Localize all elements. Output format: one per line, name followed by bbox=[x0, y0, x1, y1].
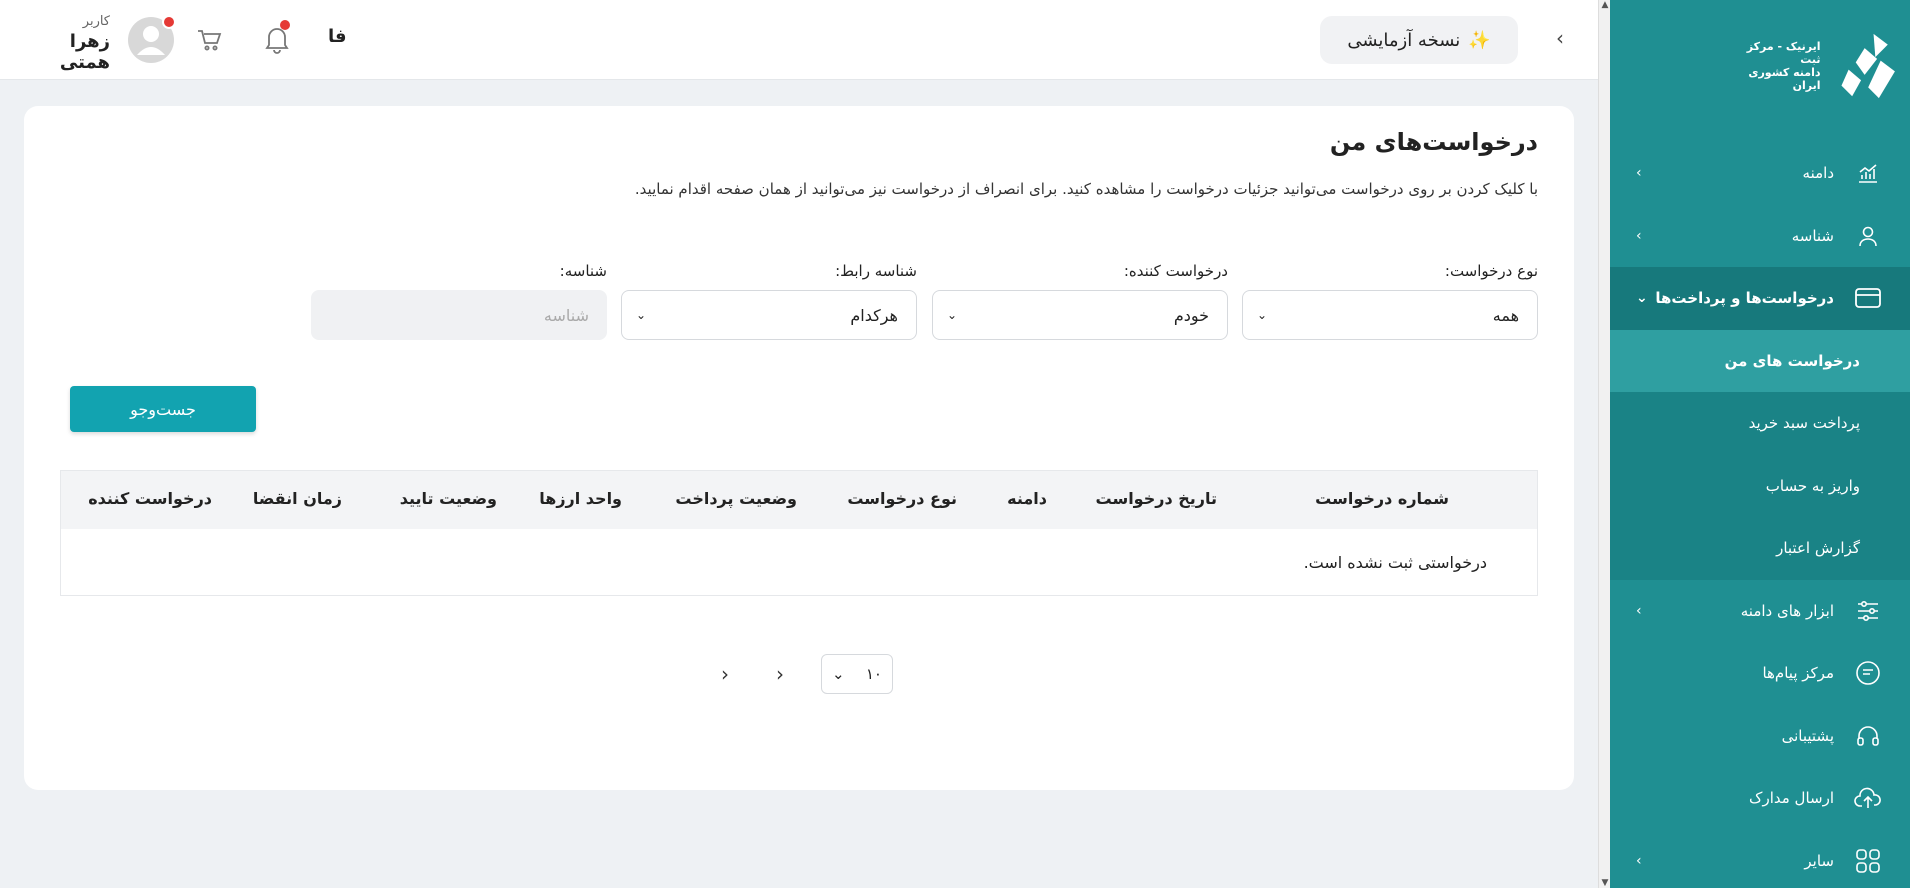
sliders-icon bbox=[1854, 597, 1882, 625]
chevron-down-icon: ⌄ bbox=[1257, 308, 1268, 322]
notification-bell-icon[interactable] bbox=[264, 20, 290, 54]
sidebar-item-label: ارسال مدارک bbox=[1749, 789, 1834, 808]
column-header[interactable]: زمان انقضا bbox=[253, 489, 342, 508]
avatar-status-dot bbox=[162, 15, 176, 29]
trial-badge[interactable]: ✨ نسخه آزمایشی bbox=[1320, 16, 1518, 64]
sidebar-nav: دامنه › شناسه › درخواست‌ها و پرداخت‌ها ⌄… bbox=[1610, 142, 1910, 888]
user-icon bbox=[1854, 222, 1882, 250]
logo-line-2: دامنه کشوری ایران bbox=[1748, 66, 1821, 92]
chevron-down-icon: ⌄ bbox=[947, 308, 958, 322]
sidebar-item-other[interactable]: سایر › bbox=[1610, 830, 1910, 888]
select-value: همه bbox=[1492, 305, 1519, 325]
column-header[interactable]: وضعیت پرداخت bbox=[675, 489, 797, 508]
pagination: ⌄ ۱۰ › › bbox=[24, 654, 1574, 694]
filter-contact-id: شناسه رابط: هرکدام ⌄ bbox=[621, 262, 917, 340]
logo-line-1: ایرنیک - مرکز ثبت bbox=[1746, 40, 1821, 66]
sidebar-item-label: ابزار های دامنه bbox=[1740, 601, 1834, 620]
sidebar-item-identity[interactable]: شناسه › bbox=[1610, 205, 1910, 268]
scroll-down-arrow-icon[interactable]: ▼ bbox=[1600, 878, 1610, 888]
filter-label: نوع درخواست: bbox=[1444, 262, 1538, 280]
chevron-left-icon: › bbox=[1636, 165, 1642, 182]
chevron-left-icon: › bbox=[1636, 602, 1642, 619]
avatar[interactable] bbox=[128, 15, 176, 63]
requests-card: درخواست‌های من با کلیک کردن بر روی درخوا… bbox=[24, 106, 1574, 790]
column-header[interactable]: درخواست کننده bbox=[88, 489, 212, 508]
sidebar-item-label: شناسه bbox=[1791, 226, 1834, 245]
chevron-down-icon: ⌄ bbox=[636, 308, 647, 322]
sidebar-item-requests-payments[interactable]: درخواست‌ها و پرداخت‌ها ⌄ bbox=[1610, 267, 1910, 330]
page-title: درخواست‌های من bbox=[1329, 128, 1538, 156]
collapse-chevron-icon[interactable]: ‹ bbox=[1556, 26, 1564, 50]
sidebar-item-label: درخواست‌ها و پرداخت‌ها bbox=[1655, 289, 1834, 308]
column-header[interactable]: واحد ارزها bbox=[539, 489, 622, 508]
headset-icon bbox=[1854, 722, 1882, 750]
cart-icon[interactable] bbox=[196, 27, 222, 53]
sidebar-submenu: درخواست های من پرداخت سبد خرید واریز به … bbox=[1610, 329, 1910, 580]
next-page-icon[interactable]: › bbox=[776, 662, 784, 686]
upload-icon bbox=[1854, 784, 1882, 812]
trial-label: نسخه آزمایشی bbox=[1347, 29, 1461, 51]
filter-request-type: نوع درخواست: همه ⌄ bbox=[1242, 262, 1538, 340]
user-name: زهرا همتی bbox=[59, 31, 110, 73]
chevron-down-icon: ⌄ bbox=[1636, 290, 1648, 307]
irnic-logo-icon bbox=[1840, 33, 1895, 99]
table-empty-message: درخواستی ثبت نشده است. bbox=[1303, 552, 1487, 572]
logo-text: ایرنیک - مرکز ثبت دامنه کشوری ایران bbox=[1728, 40, 1821, 92]
sidebar-subitem-deposit[interactable]: واریز به حساب bbox=[1610, 455, 1910, 518]
sidebar-item-send-documents[interactable]: ارسال مدارک bbox=[1610, 767, 1910, 830]
column-header[interactable]: نوع درخواست bbox=[847, 489, 957, 508]
requester-select[interactable]: خودم ⌄ bbox=[932, 290, 1228, 340]
user-role: کاربر bbox=[82, 14, 110, 29]
chart-icon bbox=[1854, 159, 1882, 187]
search-button[interactable]: جست‌وجو bbox=[70, 386, 256, 432]
requests-table: شماره درخواست تاریخ درخواست دامنه نوع در… bbox=[60, 470, 1538, 596]
sidebar-subitem-credit-report[interactable]: گزارش اعتبار bbox=[1610, 517, 1910, 580]
chevron-left-icon: › bbox=[1636, 852, 1642, 869]
sidebar-subitem-cart-payment[interactable]: پرداخت سبد خرید bbox=[1610, 392, 1910, 455]
user-info[interactable]: کاربر زهرا همتی bbox=[20, 14, 110, 73]
card-icon bbox=[1854, 284, 1882, 312]
page-scrollbar[interactable]: ▲ ▼ bbox=[1598, 0, 1610, 888]
table-header: شماره درخواست تاریخ درخواست دامنه نوع در… bbox=[61, 471, 1537, 529]
column-header[interactable]: شماره درخواست bbox=[1315, 489, 1449, 508]
chevron-down-icon: ⌄ bbox=[832, 665, 845, 683]
chevron-left-icon: › bbox=[1636, 227, 1642, 244]
page-size-select[interactable]: ⌄ ۱۰ bbox=[821, 654, 893, 694]
grid-icon bbox=[1854, 847, 1882, 875]
page-description: با کلیک کردن بر روی درخواست می‌توانید جز… bbox=[634, 180, 1538, 198]
sidebar-item-label: مرکز پیام‌ها bbox=[1762, 664, 1834, 683]
filter-requester: درخواست کننده: خودم ⌄ bbox=[932, 262, 1228, 340]
select-value: خودم bbox=[1173, 305, 1209, 325]
message-icon bbox=[1854, 659, 1882, 687]
language-switch[interactable]: فا bbox=[328, 26, 347, 47]
scroll-up-arrow-icon[interactable]: ▲ bbox=[1600, 0, 1610, 10]
sidebar-item-label: سایر bbox=[1804, 851, 1834, 870]
sparkles-icon: ✨ bbox=[1468, 29, 1491, 51]
sidebar-item-label: پشتیبانی bbox=[1781, 726, 1834, 745]
filter-label: شناسه: bbox=[559, 262, 607, 280]
filter-id: شناسه: bbox=[311, 262, 607, 340]
contact-id-select[interactable]: هرکدام ⌄ bbox=[621, 290, 917, 340]
filter-label: درخواست کننده: bbox=[1123, 262, 1228, 280]
filter-label: شناسه رابط: bbox=[835, 262, 917, 280]
id-input[interactable] bbox=[311, 290, 607, 340]
sidebar-item-support[interactable]: پشتیبانی bbox=[1610, 705, 1910, 768]
column-header[interactable]: تاریخ درخواست bbox=[1096, 489, 1217, 508]
page-size-value: ۱۰ bbox=[865, 665, 882, 683]
select-value: هرکدام bbox=[850, 305, 898, 325]
logo[interactable]: ایرنیک - مرکز ثبت دامنه کشوری ایران bbox=[1728, 24, 1898, 108]
notification-dot bbox=[280, 20, 290, 30]
request-type-select[interactable]: همه ⌄ bbox=[1242, 290, 1538, 340]
sidebar: ایرنیک - مرکز ثبت دامنه کشوری ایران دامن… bbox=[1610, 0, 1910, 888]
top-header: کاربر زهرا همتی فا ✨ نسخه آزمایشی ‹ bbox=[0, 0, 1598, 80]
sidebar-item-domain[interactable]: دامنه › bbox=[1610, 142, 1910, 205]
sidebar-item-message-center[interactable]: مرکز پیام‌ها bbox=[1610, 642, 1910, 705]
column-header[interactable]: دامنه bbox=[1007, 489, 1047, 508]
sidebar-item-domain-tools[interactable]: ابزار های دامنه › bbox=[1610, 580, 1910, 643]
sidebar-item-label: دامنه bbox=[1802, 164, 1834, 183]
sidebar-subitem-my-requests[interactable]: درخواست های من bbox=[1610, 329, 1910, 392]
last-page-icon[interactable]: › bbox=[721, 662, 729, 686]
column-header[interactable]: وضعیت تایید bbox=[400, 489, 497, 508]
